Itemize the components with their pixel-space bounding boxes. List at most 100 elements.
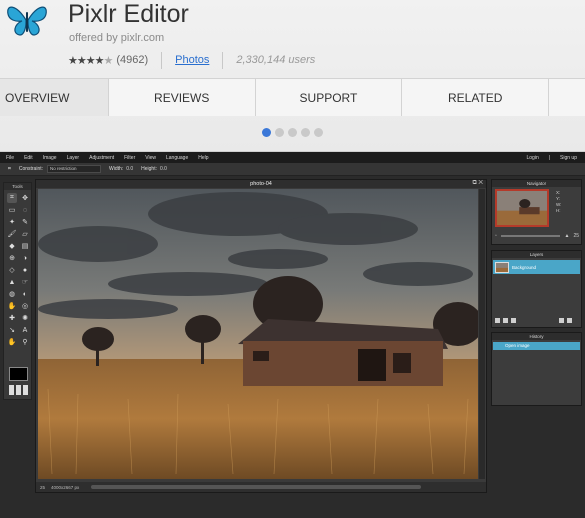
- carousel-dot[interactable]: [288, 128, 297, 137]
- image-size: 4000x2667 px: [51, 484, 80, 490]
- bucket-tool-icon[interactable]: ◆: [7, 241, 17, 251]
- menu-help[interactable]: Help: [198, 155, 208, 161]
- crop-tool-icon[interactable]: ⌗: [7, 193, 17, 203]
- tools-title: Tools: [4, 183, 31, 190]
- carousel-dot[interactable]: [262, 128, 271, 137]
- color-swatch[interactable]: [9, 367, 28, 381]
- zoom-in-icon[interactable]: ▲: [564, 233, 569, 239]
- menu-view[interactable]: View: [145, 155, 156, 161]
- gradient-tool-icon[interactable]: ▤: [20, 241, 30, 251]
- zoom-slider[interactable]: [500, 235, 561, 237]
- move-tool-icon[interactable]: ✥: [20, 193, 30, 203]
- height-label: Height:: [141, 166, 157, 172]
- menu-adjustment[interactable]: Adjustment: [89, 155, 114, 161]
- divider: |: [548, 154, 551, 161]
- menu-bar: File Edit Image Layer Adjustment Filter …: [0, 152, 585, 163]
- draw-tool-icon[interactable]: ◇: [7, 265, 17, 275]
- signup-link[interactable]: Sign up: [560, 155, 577, 161]
- menu-filter[interactable]: Filter: [124, 155, 135, 161]
- tab-support[interactable]: SUPPORT: [254, 79, 402, 116]
- layer-row[interactable]: Background: [493, 260, 580, 274]
- lasso-tool-icon[interactable]: ◌: [20, 205, 30, 215]
- marquee-tool-icon[interactable]: ▭: [7, 205, 17, 215]
- menu-layer[interactable]: Layer: [67, 155, 80, 161]
- tab-overflow: [548, 79, 585, 116]
- sharpen-tool-icon[interactable]: ▲: [7, 277, 17, 287]
- window-controls: ⧉ ✕: [472, 180, 483, 187]
- menu-file[interactable]: File: [6, 155, 14, 161]
- vertical-scrollbar[interactable]: [479, 189, 485, 479]
- divider: [222, 51, 224, 69]
- login-link[interactable]: Login: [526, 155, 538, 161]
- menu-language[interactable]: Language: [166, 155, 188, 161]
- pencil-tool-icon[interactable]: ✎: [20, 217, 30, 227]
- hand-tool-icon[interactable]: ✋: [7, 337, 17, 347]
- history-entry[interactable]: Open image: [493, 342, 580, 350]
- tab-related[interactable]: RELATED: [401, 79, 549, 116]
- layer-thumbnail: [495, 261, 509, 273]
- horizontal-scrollbar[interactable]: [91, 485, 422, 489]
- carousel-dot[interactable]: [314, 128, 323, 137]
- menu-edit[interactable]: Edit: [24, 155, 33, 161]
- tab-reviews[interactable]: REVIEWS: [107, 79, 255, 116]
- navigator-panel: Navigator X: Y: W: H: ▫ ▲ 25: [491, 179, 582, 245]
- dodge-tool-icon[interactable]: ◐: [20, 289, 30, 299]
- nav-h: H:: [556, 208, 561, 213]
- grid-view-icon[interactable]: [9, 385, 29, 395]
- app-meta-row: ★★★★★ (4962) Photos 2,330,144 users: [68, 51, 315, 69]
- store-header: Pixlr Editor offered by pixlr.com ★★★★★ …: [0, 0, 585, 152]
- app-title: Pixlr Editor: [68, 0, 189, 28]
- sponge-tool-icon[interactable]: ◍: [7, 289, 17, 299]
- bloat-tool-icon[interactable]: ✺: [20, 313, 30, 323]
- tools-panel: Tools ⌗ ✥ ▭ ◌ ✦ ✎ 🖌 ▱ ◆ ▤ ⊕ ◑ ◇ ● ▲ ☞ ◍ …: [3, 182, 32, 400]
- blur-tool-icon[interactable]: ●: [20, 265, 30, 275]
- options-bar: ⌗ Constraint: No restriction Width: 0.0 …: [0, 163, 585, 176]
- photo-canvas[interactable]: [38, 189, 478, 479]
- navigator-zoom[interactable]: 25: [573, 233, 579, 239]
- close-icon[interactable]: ✕: [478, 180, 483, 186]
- zoom-level[interactable]: 25: [40, 485, 45, 490]
- navigator-thumbnail[interactable]: [495, 189, 549, 227]
- eraser-tool-icon[interactable]: ▱: [20, 229, 30, 239]
- smudge-tool-icon[interactable]: ☞: [20, 277, 30, 287]
- zoom-tool-icon[interactable]: ⚲: [20, 337, 30, 347]
- constraint-select[interactable]: No restriction: [47, 165, 102, 173]
- replace-color-tool-icon[interactable]: ◑: [20, 253, 30, 263]
- restore-icon[interactable]: ⧉: [472, 180, 476, 186]
- tab-overview[interactable]: OVERVIEW: [0, 79, 108, 116]
- delete-layer-icon[interactable]: [567, 318, 572, 323]
- layer-name: Background: [512, 264, 537, 270]
- detail-tabs: OVERVIEW REVIEWS SUPPORT RELATED: [0, 78, 585, 116]
- pixlr-screenshot: File Edit Image Layer Adjustment Filter …: [0, 152, 585, 518]
- height-field[interactable]: 0.0: [160, 166, 167, 172]
- redeye-tool-icon[interactable]: ◎: [20, 301, 30, 311]
- layers-title: Layers: [492, 251, 581, 258]
- wand-tool-icon[interactable]: ✦: [7, 217, 17, 227]
- carousel-dots: [262, 128, 323, 137]
- width-label: Width:: [109, 166, 124, 172]
- carousel-dot[interactable]: [301, 128, 310, 137]
- category-link[interactable]: Photos: [175, 54, 209, 66]
- spot-heal-tool-icon[interactable]: ✚: [7, 313, 17, 323]
- navigator-zoom-row: ▫ ▲ 25: [495, 232, 579, 240]
- clone-tool-icon[interactable]: ⊕: [7, 253, 17, 263]
- rating-count[interactable]: (4962): [116, 54, 148, 66]
- layer-settings-icon[interactable]: [495, 318, 500, 323]
- butterfly-logo-icon: [7, 6, 47, 36]
- layer-mask-icon[interactable]: [503, 318, 508, 323]
- layer-style-icon[interactable]: [511, 318, 516, 323]
- document-window: photo-04 ⧉ ✕ 25 4000x2667 px: [35, 179, 487, 493]
- offered-by: offered by pixlr.com: [69, 32, 165, 44]
- layer-actions: [495, 318, 572, 323]
- carousel-dot[interactable]: [275, 128, 284, 137]
- new-layer-icon[interactable]: [559, 318, 564, 323]
- type-tool-icon[interactable]: A: [20, 325, 30, 335]
- navigator-readout: X: Y: W: H:: [556, 190, 561, 214]
- brush-tool-icon[interactable]: 🖌: [7, 229, 17, 239]
- menu-image[interactable]: Image: [43, 155, 57, 161]
- pinch-tool-icon[interactable]: ↘: [7, 325, 17, 335]
- zoom-out-icon[interactable]: ▫: [495, 233, 497, 239]
- width-field[interactable]: 0.0: [126, 166, 133, 172]
- navigator-title: Navigator: [492, 180, 581, 187]
- burn-tool-icon[interactable]: ✋: [7, 301, 17, 311]
